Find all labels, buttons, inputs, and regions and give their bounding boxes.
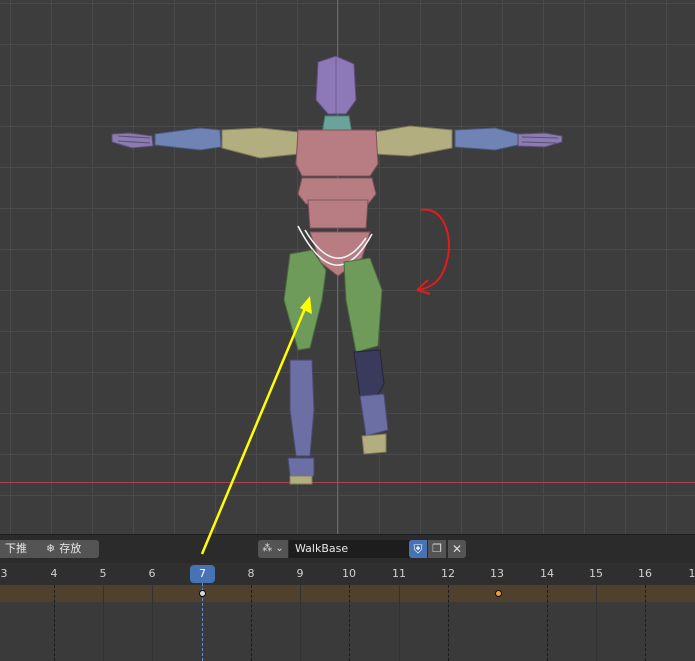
right-shin[interactable] [353,349,389,437]
stash-button[interactable]: ❄ 存放 [40,540,99,558]
frame-label: 15 [589,567,603,580]
head[interactable] [315,55,357,115]
frame-label: 12 [441,567,455,580]
3d-viewport[interactable] [0,0,695,534]
action-name-field[interactable]: WalkBase [289,540,410,558]
close-icon: ✕ [451,542,463,556]
new-action-button[interactable]: ❐ [428,540,446,558]
frame-ruler[interactable]: 3 4 5 6 8 9 10 11 12 13 14 15 16 1 [0,563,695,585]
shield-check-icon: ⛨ [413,542,423,556]
action-selector-dropdown[interactable]: ⁂ ⌄ [258,540,288,558]
unlink-action-button[interactable]: ✕ [448,540,466,558]
frame-label: 11 [392,567,406,580]
frame-label: 10 [342,567,356,580]
push-down-label: 下推 [5,542,27,555]
fake-user-toggle[interactable]: ⛨ [409,540,427,558]
frame-label: 9 [296,567,304,580]
right-upper-arm[interactable] [374,125,453,157]
dopesheet-channels[interactable] [0,602,695,661]
character-mannequin[interactable] [0,0,695,534]
frame-label: 8 [247,567,255,580]
keyframe-marker[interactable] [199,590,206,597]
left-upper-arm[interactable] [221,127,299,159]
left-foot[interactable] [287,457,315,485]
frame-gridline [645,585,646,661]
frame-gridline [399,585,400,661]
frame-label: 13 [490,567,504,580]
frame-gridline [152,585,153,661]
frame-label: 16 [638,567,652,580]
frame-gridline [547,585,548,661]
frame-gridline [54,585,55,661]
right-foot[interactable] [361,433,387,455]
left-hand[interactable] [111,132,154,149]
frame-label: 6 [148,567,156,580]
summary-channel[interactable] [0,585,695,602]
frame-label: 4 [50,567,58,580]
duplicate-icon: ❐ [432,542,442,555]
left-forearm[interactable] [154,127,222,151]
lower-spine[interactable] [307,199,369,229]
frame-gridline [251,585,252,661]
right-hand[interactable] [517,132,563,148]
push-down-button[interactable]: 下推 [0,540,44,558]
snowflake-icon: ❄ [46,542,56,555]
frame-label: 5 [99,567,107,580]
right-thigh[interactable] [343,257,383,353]
frame-gridline [448,585,449,661]
frame-label: 1 [688,567,695,580]
frame-label: 14 [540,567,554,580]
action-icon: ⁂ ⌄ [262,543,284,554]
left-thigh[interactable] [283,249,327,351]
frame-gridline [300,585,301,661]
frame-label: 3 [0,567,8,580]
frame-gridline [596,585,597,661]
frame-gridline [103,585,104,661]
frame-gridline [349,585,350,661]
chest[interactable] [295,129,379,177]
stash-label: 存放 [59,542,82,555]
current-frame-indicator[interactable]: 7 [190,565,215,583]
left-shin[interactable] [289,359,315,457]
right-forearm[interactable] [454,127,519,151]
keyframe-marker[interactable] [495,590,502,597]
